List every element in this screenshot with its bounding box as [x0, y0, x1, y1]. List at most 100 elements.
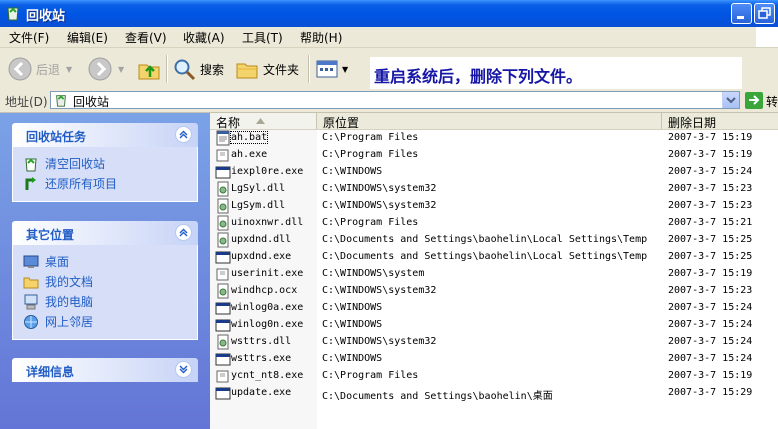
other-places-body: 桌面 我的文档 我的电脑 网上邻居 [12, 245, 198, 340]
other-places-header[interactable]: 其它位置 [12, 221, 198, 245]
forward-dropdown-icon[interactable]: ▼ [118, 65, 124, 74]
table-row[interactable]: wsttrs.dll C:\WINDOWS\system32 2007-3-7 15… [210, 334, 778, 351]
file-name: ah.bat [229, 131, 269, 144]
file-name: iexpl0re.exe [231, 166, 304, 177]
table-row[interactable]: iexpl0re.exe C:\WINDOWS 2007-3-7 15:24 [210, 164, 778, 181]
file-name: windhcp.ocx [231, 285, 298, 296]
empty-recycle-bin-link[interactable]: 清空回收站 [23, 155, 105, 172]
views-button[interactable]: ▼ [315, 54, 348, 84]
folders-button[interactable]: 文件夹 [235, 54, 299, 84]
table-row[interactable]: wsttrs.exe C:\WINDOWS 2007-3-7 15:24 [210, 351, 778, 368]
column-header-location[interactable]: 原位置 [317, 113, 662, 130]
table-row[interactable]: winlog0n.exe C:\WINDOWS 2007-3-7 15:24 [210, 317, 778, 334]
file-deleted-date: 2007-3-7 15:25 [668, 251, 753, 262]
file-location: C:\Documents and Settings\baohelin\Local… [322, 234, 648, 245]
my-documents-link[interactable]: 我的文档 [23, 273, 93, 290]
file-name: wsttrs.dll [231, 336, 292, 347]
table-row[interactable]: upxdnd.exe C:\Documents and Settings\baoh… [210, 249, 778, 266]
file-location: C:\WINDOWS\system [322, 268, 425, 279]
recycle-tasks-header[interactable]: 回收站任务 [12, 123, 198, 147]
address-bar: 地址(D) 回收站 转 [0, 90, 778, 113]
file-deleted-date: 2007-3-7 15:21 [668, 217, 753, 228]
windows-logo-icon [756, 27, 778, 47]
menu-favorites[interactable]: 收藏(A) [183, 29, 225, 46]
batch-icon [216, 130, 230, 146]
back-button[interactable]: 后退 ▼ [8, 54, 72, 84]
search-label: 搜索 [200, 62, 225, 77]
menu-file[interactable]: 文件(F) [9, 29, 49, 46]
minimize-button[interactable] [731, 3, 752, 24]
chevron-up-icon [179, 130, 188, 139]
file-deleted-date: 2007-3-7 15:19 [668, 268, 753, 279]
details-panel: 详细信息 [12, 358, 198, 382]
file-name: LgSyl.dll [231, 183, 286, 194]
table-row[interactable]: uinoxnwr.dll C:\Program Files 2007-3-7 15:… [210, 215, 778, 232]
menu-tools[interactable]: 工具(T) [242, 29, 283, 46]
dll-icon [217, 181, 229, 197]
file-deleted-date: 2007-3-7 15:23 [668, 285, 753, 296]
back-dropdown-icon[interactable]: ▼ [66, 65, 72, 74]
task-label: 桌面 [45, 255, 70, 269]
collapse-button[interactable] [175, 224, 192, 241]
file-location: C:\Documents and Settings\baohelin\桌面 [322, 391, 553, 402]
program-icon [216, 268, 229, 281]
table-row[interactable]: LgSym.dll C:\WINDOWS\system32 2007-3-7 15:… [210, 198, 778, 215]
table-row[interactable]: ycnt_nt8.exe C:\Program Files 2007-3-7 15:… [210, 368, 778, 385]
collapse-button[interactable] [175, 126, 192, 143]
table-row[interactable]: update.exe C:\Documents and Settings\baoh… [210, 385, 778, 402]
task-label: 我的文档 [45, 275, 94, 289]
task-label: 我的电脑 [45, 295, 94, 309]
file-location: C:\WINDOWS [322, 353, 383, 364]
dll-icon [217, 334, 229, 350]
other-places-panel: 其它位置 桌面 我的文档 我的电脑 网上邻居 [12, 221, 198, 340]
search-button[interactable]: 搜索 [172, 54, 224, 84]
desktop-link[interactable]: 桌面 [23, 253, 69, 270]
address-input[interactable]: 回收站 [50, 91, 740, 109]
program-icon [216, 149, 229, 162]
panel-title: 回收站任务 [26, 130, 87, 144]
details-header[interactable]: 详细信息 [12, 358, 198, 382]
table-row[interactable]: upxdnd.dll C:\Documents and Settings\baoh… [210, 232, 778, 249]
expand-button[interactable] [175, 361, 192, 378]
panel-title: 其它位置 [26, 228, 75, 242]
back-arrow-icon [8, 57, 32, 81]
table-row[interactable]: ah.exe C:\Program Files 2007-3-7 15:19 [210, 147, 778, 164]
table-row[interactable]: LgSyl.dll C:\WINDOWS\system32 2007-3-7 15:… [210, 181, 778, 198]
menu-view[interactable]: 查看(V) [125, 29, 167, 46]
file-name: winlog0a.exe [231, 302, 304, 313]
go-button[interactable] [745, 92, 763, 109]
window-exe-icon [215, 387, 231, 400]
file-deleted-date: 2007-3-7 15:19 [668, 149, 753, 160]
file-location: C:\Documents and Settings\baohelin\Local… [322, 251, 648, 262]
my-computer-link[interactable]: 我的电脑 [23, 293, 93, 310]
table-row[interactable]: winlog0a.exe C:\WINDOWS 2007-3-7 15:24 [210, 300, 778, 317]
menu-help[interactable]: 帮助(H) [300, 29, 342, 46]
network-places-link[interactable]: 网上邻居 [23, 313, 93, 330]
file-list: 名称 原位置 删除日期 ah.bat C:\Program Files 2007-3… [210, 113, 778, 429]
forward-button[interactable]: ▼ [88, 54, 124, 84]
toolbar-separator [308, 55, 310, 83]
column-location-label: 原位置 [323, 116, 360, 130]
maximize-button[interactable] [754, 3, 775, 24]
table-row[interactable]: windhcp.ocx C:\WINDOWS\system32 2007-3-7 1… [210, 283, 778, 300]
up-folder-button[interactable] [137, 54, 161, 84]
file-location: C:\WINDOWS [322, 302, 383, 313]
go-label[interactable]: 转 [766, 93, 778, 110]
recycle-tasks-body: 清空回收站 还原所有项目 [12, 147, 198, 202]
column-header-date[interactable]: 删除日期 [662, 113, 778, 130]
chevron-down-icon [726, 97, 736, 104]
menu-edit[interactable]: 编辑(E) [67, 29, 108, 46]
restore-all-link[interactable]: 还原所有项目 [23, 175, 117, 192]
address-dropdown-button[interactable] [722, 92, 739, 108]
back-label: 后退 [36, 62, 61, 77]
file-name: winlog0n.exe [231, 319, 304, 330]
file-location: C:\WINDOWS [322, 319, 383, 330]
table-row[interactable]: userinit.exe C:\WINDOWS\system 2007-3-7 15… [210, 266, 778, 283]
table-row[interactable]: ah.bat C:\Program Files 2007-3-7 15:19 [210, 130, 778, 147]
column-header-name[interactable]: 名称 [210, 113, 317, 130]
dll-icon [217, 215, 229, 231]
minimize-icon [737, 16, 744, 19]
recycle-tasks-panel: 回收站任务 清空回收站 还原所有项目 [12, 123, 198, 202]
file-name: update.exe [231, 387, 292, 398]
file-name: upxdnd.dll [231, 234, 292, 245]
